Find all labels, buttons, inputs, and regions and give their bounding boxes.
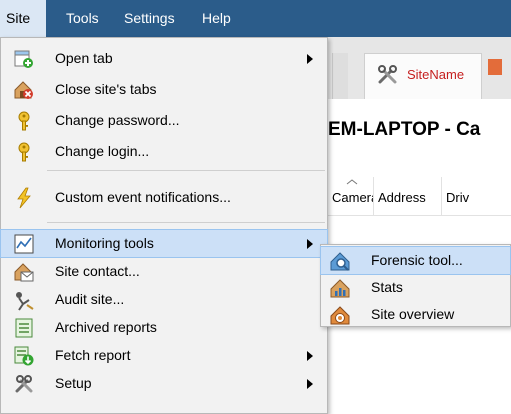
menu-item-label: Close site's tabs: [55, 81, 157, 97]
main-area: SiteName EM-LAPTOP - Ca Camera Address D…: [328, 37, 511, 414]
menu-tools[interactable]: Tools: [60, 0, 105, 37]
audit-icon: [16, 292, 34, 311]
lightning-icon: [17, 187, 31, 209]
monitoring-tools-submenu: Forensic tool... Stats Site overview: [320, 244, 511, 327]
column-header-label: Camera: [332, 190, 374, 205]
submenu-item-site-overview[interactable]: Site overview: [321, 301, 510, 328]
menu-item-archived-reports[interactable]: Archived reports: [1, 314, 327, 341]
menu-settings-label: Settings: [124, 10, 175, 26]
site-menu: Open tab Close site's tabs Change passwo…: [0, 37, 328, 414]
menu-item-label: Audit site...: [55, 291, 125, 307]
house-envelope-icon: [14, 263, 34, 282]
menu-item-label: Change password...: [55, 112, 180, 128]
site-tab-label: SiteName: [407, 67, 465, 82]
menu-item-open-tab[interactable]: Open tab: [1, 45, 327, 72]
menu-item-label: Forensic tool...: [371, 252, 463, 268]
submenu-arrow-icon: [307, 54, 313, 64]
menu-item-change-login[interactable]: Change login...: [1, 138, 327, 165]
menu-item-monitoring-tools[interactable]: Monitoring tools: [0, 229, 328, 258]
stats-icon: [330, 279, 350, 298]
menu-item-label: Site contact...: [55, 263, 140, 279]
menu-item-fetch-report[interactable]: Fetch report: [1, 342, 327, 369]
menu-tools-label: Tools: [66, 10, 99, 26]
menu-help-label: Help: [202, 10, 231, 26]
menu-separator: [47, 222, 325, 223]
monitor-icon: [14, 234, 34, 254]
menu-item-audit-site[interactable]: Audit site...: [1, 286, 327, 313]
menu-item-label: Monitoring tools: [55, 235, 154, 251]
menu-item-label: Site overview: [371, 306, 455, 322]
menu-item-setup[interactable]: Setup: [1, 370, 327, 397]
menu-item-change-password[interactable]: Change password...: [1, 107, 327, 134]
menu-bar: Site Tools Settings Help: [0, 0, 511, 37]
system-title: EM-LAPTOP - Ca: [328, 119, 481, 140]
submenu-arrow-icon: [307, 239, 313, 249]
menu-site-label: Site: [6, 10, 31, 26]
menu-item-label: Custom event notifications...: [55, 189, 231, 205]
tab-strip: SiteName: [328, 37, 511, 99]
tab-close-icon[interactable]: [488, 59, 502, 75]
key-icon: [18, 142, 30, 162]
menu-item-label: Change login...: [55, 143, 150, 159]
forensic-icon: [330, 252, 350, 271]
key-icon: [18, 111, 30, 131]
tools-icon: [15, 375, 33, 393]
menu-item-site-contact[interactable]: Site contact...: [1, 258, 327, 285]
column-header-address[interactable]: Address: [374, 177, 442, 216]
grid-header: Camera Address Driv: [328, 177, 511, 216]
menu-item-label: Open tab: [55, 50, 113, 66]
site-tab[interactable]: SiteName: [364, 53, 482, 99]
menu-site[interactable]: Site: [0, 0, 46, 37]
submenu-arrow-icon: [307, 351, 313, 361]
menu-item-custom-event-notifications[interactable]: Custom event notifications...: [1, 184, 327, 211]
submenu-item-stats[interactable]: Stats: [321, 274, 510, 301]
submenu-item-forensic-tool[interactable]: Forensic tool...: [320, 246, 511, 275]
site-overview-icon: [330, 306, 350, 325]
submenu-arrow-icon: [307, 379, 313, 389]
previous-tab[interactable]: [332, 53, 348, 99]
fetch-report-icon: [14, 346, 34, 366]
menu-item-close-site-tabs[interactable]: Close site's tabs: [1, 76, 327, 103]
column-header-camera[interactable]: Camera: [328, 177, 374, 216]
menu-item-label: Stats: [371, 279, 403, 295]
archive-icon: [15, 318, 33, 338]
close-tabs-icon: [14, 81, 33, 99]
menu-item-label: Fetch report: [55, 347, 131, 363]
menu-item-label: Archived reports: [55, 319, 157, 335]
menu-settings[interactable]: Settings: [118, 0, 181, 37]
column-header-label: Address: [378, 190, 426, 205]
column-header-label: Driv: [446, 190, 470, 205]
menu-help[interactable]: Help: [196, 0, 237, 37]
open-tab-icon: [14, 50, 33, 68]
column-header-driver[interactable]: Driv: [442, 177, 511, 216]
menu-item-label: Setup: [55, 375, 92, 391]
sort-up-icon: [346, 179, 358, 185]
tools-icon: [378, 65, 397, 84]
menu-separator: [47, 170, 325, 171]
